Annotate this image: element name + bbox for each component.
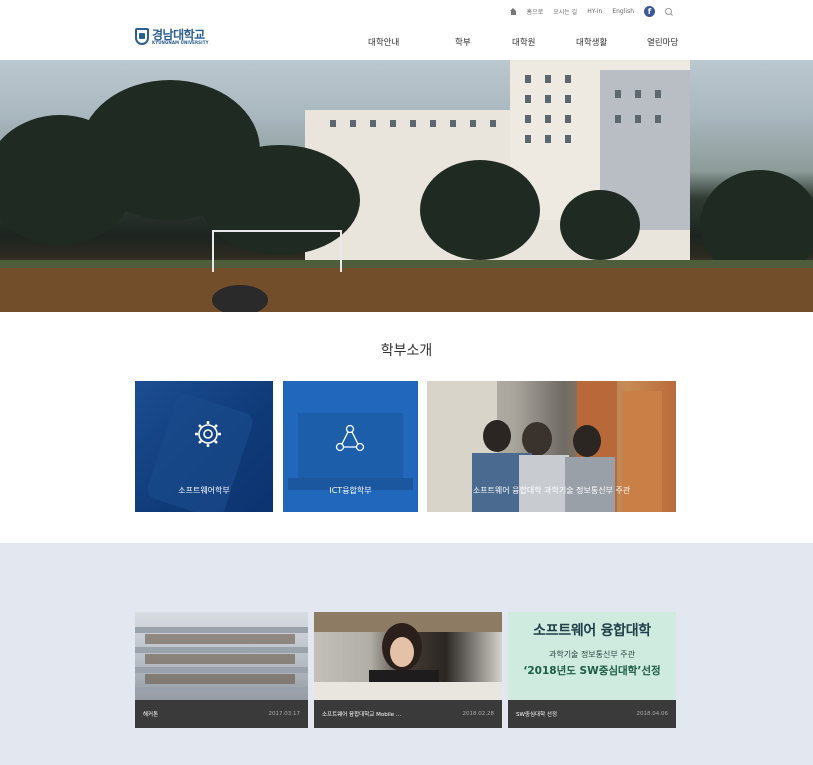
utility-nav: 홈으로 오시는 길 HY-in English f bbox=[509, 6, 673, 17]
student-photo bbox=[314, 612, 502, 700]
card-sw-college[interactable]: 소프트웨어 융합대학 과학기술 정보통신부 주관 bbox=[427, 381, 676, 512]
section-title: 학부소개 bbox=[380, 343, 433, 359]
home-icon[interactable] bbox=[509, 8, 517, 15]
nav-about[interactable]: 대학안내 bbox=[368, 36, 399, 48]
card-ict-dept[interactable]: ICT융합학부 bbox=[283, 381, 418, 512]
card-software-dept[interactable]: 소프트웨어학부 bbox=[135, 381, 273, 512]
util-hyin-link[interactable]: HY-in bbox=[587, 8, 602, 15]
news-date: 2017.03.17 bbox=[268, 711, 301, 717]
news-caption-bar: 해커톤 2017.03.17 bbox=[135, 700, 308, 728]
news-date: 2018.04.06 bbox=[636, 711, 669, 717]
hero-campus-image bbox=[0, 60, 813, 312]
news-caption-bar: 소프트웨어 융합대학교 Mobile ... 2018.02.28 bbox=[314, 700, 502, 728]
nav-graduate[interactable]: 대학원 bbox=[512, 36, 535, 48]
sw-banner-title: 소프트웨어 융합대학 bbox=[533, 623, 651, 639]
nav-undergraduate[interactable]: 학부 bbox=[455, 36, 471, 48]
logo-korean: 경남대학교 bbox=[152, 27, 205, 42]
news-date: 2018.02.28 bbox=[462, 711, 495, 717]
sw-banner-selection: ‘2018년도 SW중심대학’선정 bbox=[523, 665, 661, 677]
site-header: 홈으로 오시는 길 HY-in English f 경남대학교 KYUNGNAM… bbox=[0, 0, 813, 60]
search-icon[interactable] bbox=[665, 7, 673, 16]
hero-illustration bbox=[0, 60, 813, 312]
nav-open-forum[interactable]: 열린마당 bbox=[647, 36, 678, 48]
news-card-mobile[interactable]: 소프트웨어 융합대학교 Mobile ... 2018.02.28 bbox=[314, 612, 502, 728]
facebook-icon[interactable]: f bbox=[644, 6, 655, 17]
university-logo[interactable]: 경남대학교 KYUNGNAM UNIVERSITY bbox=[135, 28, 209, 45]
news-title: 해커톤 bbox=[143, 712, 159, 718]
news-caption-bar: SW중심대학 선정 2018.04.06 bbox=[508, 700, 676, 728]
sw-banner-subtitle: 과학기술 정보통신부 주관 bbox=[548, 650, 636, 659]
library-photo bbox=[135, 627, 308, 693]
news-title: SW중심대학 선정 bbox=[516, 712, 558, 718]
card-sw-college-label: 소프트웨어 융합대학 과학기술 정보통신부 주관 bbox=[472, 486, 631, 495]
news-title: 소프트웨어 융합대학교 Mobile ... bbox=[322, 712, 402, 718]
util-directions-link[interactable]: 오시는 길 bbox=[553, 7, 577, 16]
card-ict-dept-label: ICT융합학부 bbox=[329, 486, 372, 495]
news-card-sw-selection[interactable]: 소프트웨어 융합대학 과학기술 정보통신부 주관 ‘2018년도 SW중심대학’… bbox=[508, 612, 676, 728]
logo-english: KYUNGNAM UNIVERSITY bbox=[152, 39, 209, 45]
news-card-hackathon[interactable]: 해커톤 2017.03.17 bbox=[135, 612, 308, 728]
util-home-link[interactable]: 홈으로 bbox=[527, 7, 544, 16]
util-english-link[interactable]: English bbox=[612, 8, 634, 15]
nav-campus-life[interactable]: 대학생활 bbox=[576, 36, 607, 48]
emblem-icon bbox=[135, 28, 149, 45]
card-software-dept-label: 소프트웨어학부 bbox=[178, 486, 230, 495]
